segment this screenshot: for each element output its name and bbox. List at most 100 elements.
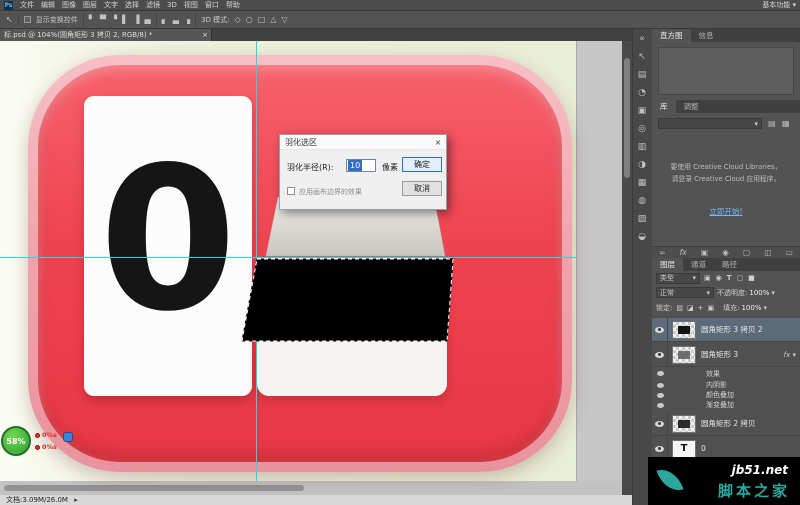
layer-row[interactable]: 圆角矩形 3 fx ▾ <box>652 343 800 367</box>
opacity-value[interactable]: 100% <box>749 289 769 297</box>
layer-mask-icon[interactable]: ▣ <box>701 248 708 257</box>
layer-thumbnail[interactable] <box>672 321 696 339</box>
link-layers-icon[interactable]: ∞ <box>659 248 665 257</box>
dock-icon-7[interactable]: ◑ <box>632 160 652 176</box>
menu-help[interactable]: 帮助 <box>226 0 240 10</box>
menu-layer[interactable]: 图层 <box>83 0 97 10</box>
show-transform-checkbox[interactable] <box>24 16 31 23</box>
feather-radius-input[interactable]: 10 <box>346 159 376 172</box>
workspace-switcher[interactable]: 基本功能 ▾ <box>762 0 796 10</box>
tab-channels[interactable]: 通道 <box>683 258 714 271</box>
menu-select[interactable]: 选择 <box>125 0 139 10</box>
mode3d-icon-2[interactable]: ○ <box>246 16 253 24</box>
align-vcenter-icon[interactable]: ▌ <box>122 16 128 24</box>
dock-icon-8[interactable]: ▦ <box>632 178 652 194</box>
align-hcenter-icon[interactable]: ▐ <box>133 16 139 24</box>
effect-eye-icon[interactable] <box>657 383 664 388</box>
dock-icon-5[interactable]: ◎ <box>632 124 652 140</box>
new-group-icon[interactable]: ▢ <box>743 248 750 257</box>
dock-icon-6[interactable]: ▥ <box>632 142 652 158</box>
effect-eye-icon[interactable] <box>657 403 664 408</box>
ok-button[interactable]: 确定 <box>402 157 442 172</box>
filter-smartobject-icon[interactable]: ■ <box>748 274 755 282</box>
align-left-icon[interactable]: ▘ <box>89 16 95 24</box>
tab-histogram[interactable]: 直方图 <box>652 29 691 42</box>
distribute-left-icon[interactable]: ▖ <box>162 16 168 24</box>
filter-adjustment-icon[interactable]: ◉ <box>716 274 722 282</box>
effects-label: 效果 <box>706 369 720 379</box>
dock-icon-9[interactable]: ◍ <box>632 196 652 212</box>
status-arrow-icon[interactable]: ▸ <box>74 496 78 504</box>
menu-filter[interactable]: 滤镜 <box>146 0 160 10</box>
dock-icon-1[interactable]: ↖ <box>632 52 652 68</box>
effect-eye-icon[interactable] <box>657 371 664 376</box>
layer-row-selected[interactable]: 圆角矩形 3 拷贝 2 <box>652 318 800 342</box>
get-started-link[interactable]: 立即开始! <box>652 206 800 217</box>
library-grid-view-icon[interactable]: ▦ <box>782 119 790 128</box>
document-tab[interactable]: 标.psd @ 104%(圆角矩形 3 拷贝 2, RGB/8) * × <box>0 29 212 41</box>
lock-all-icon[interactable]: ▣ <box>707 304 714 312</box>
menu-edit[interactable]: 编辑 <box>41 0 55 10</box>
vertical-scrollbar-thumb[interactable] <box>624 58 630 178</box>
new-layer-icon[interactable]: ◫ <box>764 248 771 257</box>
collapse-panels-icon[interactable]: « <box>632 34 652 50</box>
mode3d-icon-1[interactable]: ◇ <box>235 16 241 24</box>
filter-shape-icon[interactable]: ▢ <box>737 274 744 282</box>
menu-window[interactable]: 窗口 <box>205 0 219 10</box>
tab-adjustments[interactable]: 调整 <box>676 100 707 113</box>
menu-type[interactable]: 文字 <box>104 0 118 10</box>
blend-mode-dropdown[interactable]: 正常 ▾ <box>656 287 714 298</box>
mode3d-icon-5[interactable]: ▽ <box>281 16 287 24</box>
effect-row-inner-shadow[interactable]: 内阴影 <box>652 380 800 390</box>
library-select-dropdown[interactable]: ▾ <box>658 118 762 129</box>
layer-thumbnail[interactable] <box>672 415 696 433</box>
distribute-center-icon[interactable]: ▃ <box>173 16 179 24</box>
effect-row-color-overlay[interactable]: 颜色叠加 <box>652 390 800 400</box>
library-list-view-icon[interactable]: ▤ <box>768 119 776 128</box>
text-layer-thumbnail[interactable]: T <box>672 440 696 458</box>
layer-thumbnail[interactable] <box>672 346 696 364</box>
layer-visibility-toggle[interactable] <box>652 343 668 366</box>
tab-layers[interactable]: 图层 <box>652 258 683 271</box>
dock-icon-4[interactable]: ▣ <box>632 106 652 122</box>
close-icon[interactable]: × <box>430 135 446 150</box>
filter-type-icon[interactable]: T <box>727 274 732 282</box>
menu-3d[interactable]: 3D <box>167 1 177 9</box>
fx-badge[interactable]: fx ▾ <box>784 351 796 359</box>
dock-icon-11[interactable]: ◒ <box>632 232 652 248</box>
align-right-icon[interactable]: ▝ <box>111 16 117 24</box>
menu-image[interactable]: 图像 <box>62 0 76 10</box>
adjustment-layer-icon[interactable]: ◉ <box>722 248 729 257</box>
lock-position-icon[interactable]: + <box>698 304 704 312</box>
close-tab-icon[interactable]: × <box>202 29 208 41</box>
dock-icon-10[interactable]: ▨ <box>632 214 652 230</box>
mode3d-icon-4[interactable]: △ <box>270 16 276 24</box>
layer-row[interactable]: 圆角矩形 2 拷贝 <box>652 412 800 436</box>
dock-icon-3[interactable]: ◔ <box>632 88 652 104</box>
cancel-button[interactable]: 取消 <box>402 181 442 196</box>
tab-libraries[interactable]: 库 <box>652 100 676 113</box>
effects-header-row[interactable]: 效果 <box>652 368 800 379</box>
delete-layer-icon[interactable]: ▭ <box>786 248 793 257</box>
lock-transparent-icon[interactable]: ▨ <box>676 304 683 312</box>
tab-paths[interactable]: 路径 <box>714 258 745 271</box>
layer-style-icon[interactable]: fx <box>680 248 687 257</box>
layer-visibility-toggle[interactable] <box>652 318 668 341</box>
align-top-icon[interactable]: ▀ <box>100 16 106 24</box>
lock-image-icon[interactable]: ◪ <box>687 304 694 312</box>
horizontal-scrollbar[interactable] <box>4 485 304 491</box>
layer-visibility-toggle[interactable] <box>652 412 668 435</box>
menu-file[interactable]: 文件 <box>20 0 34 10</box>
effect-row-gradient-overlay[interactable]: 渐变叠加 <box>652 400 800 410</box>
menu-view[interactable]: 视图 <box>184 0 198 10</box>
distribute-right-icon[interactable]: ▗ <box>184 16 190 24</box>
align-bottom-icon[interactable]: ▄ <box>144 16 150 24</box>
layer-filter-kind-dropdown[interactable]: 类型 ▾ <box>656 273 700 284</box>
mode3d-icon-3[interactable]: □ <box>258 16 266 24</box>
tab-info[interactable]: 信息 <box>691 29 722 42</box>
effect-eye-icon[interactable] <box>657 393 664 398</box>
fill-value[interactable]: 100% <box>741 304 761 312</box>
canvas-bounds-checkbox[interactable] <box>287 187 295 195</box>
dock-icon-2[interactable]: ▤ <box>632 70 652 86</box>
filter-pixel-icon[interactable]: ▣ <box>704 274 711 282</box>
